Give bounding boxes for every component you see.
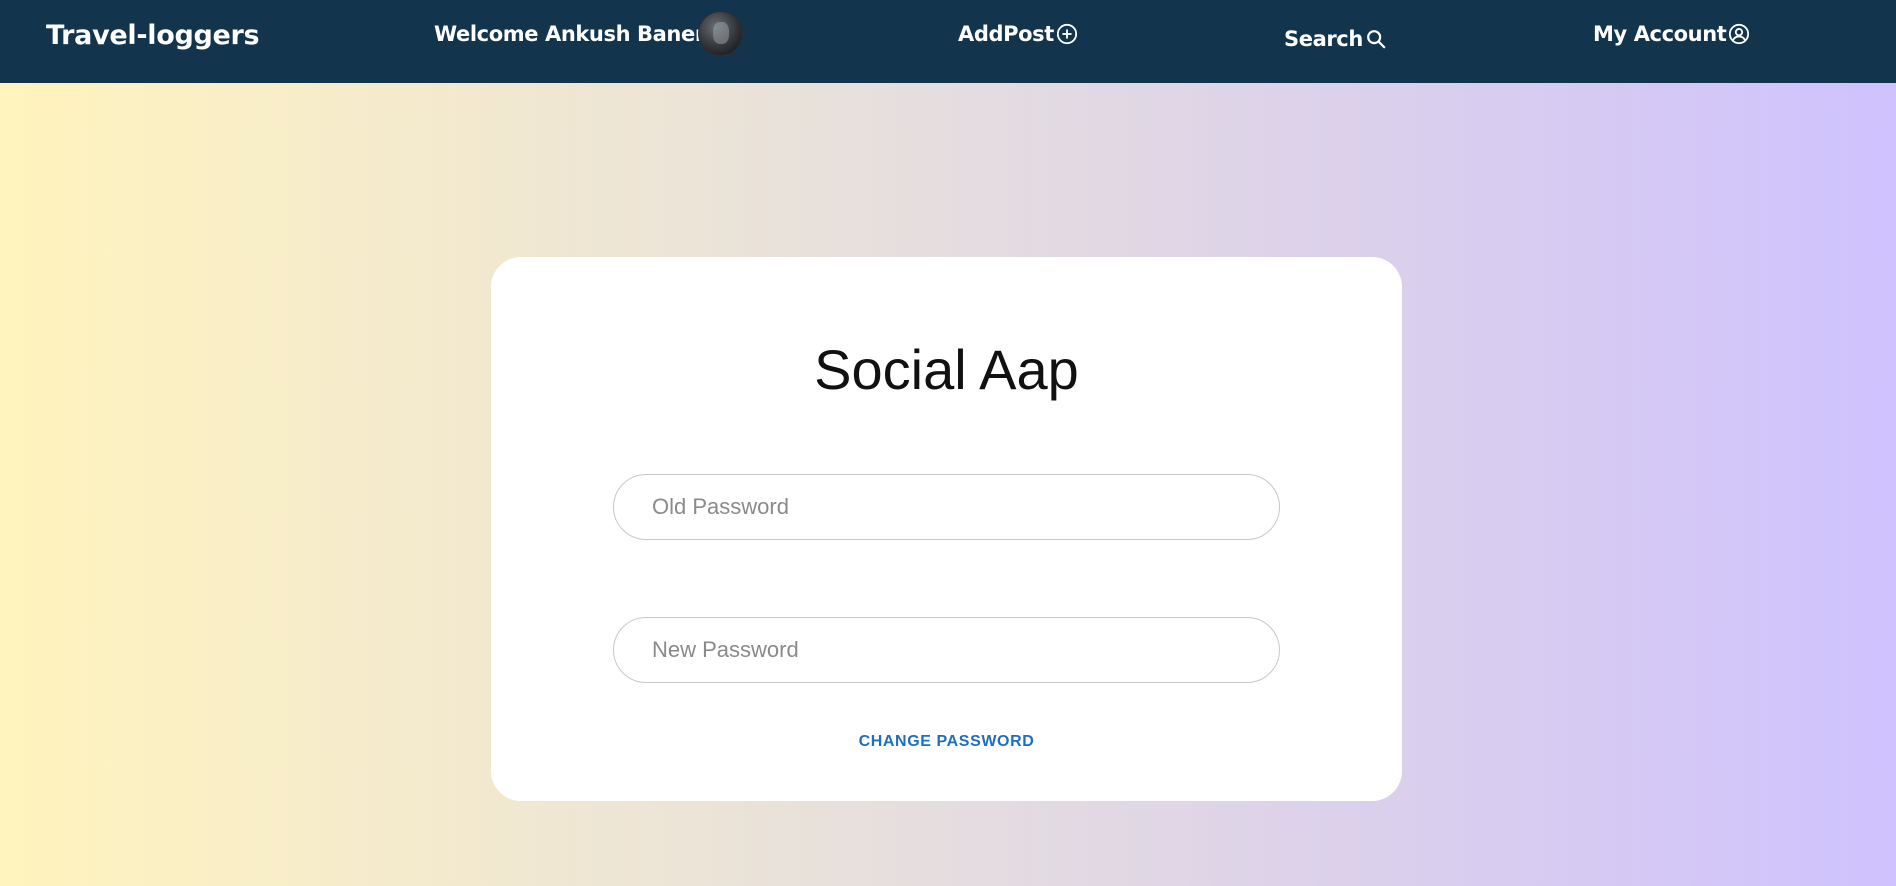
new-password-field[interactable] — [613, 617, 1280, 683]
change-password-button[interactable]: CHANGE PASSWORD — [491, 733, 1402, 751]
old-password-field[interactable] — [613, 474, 1280, 540]
welcome-message: Welcome Ankush Banerjee — [434, 22, 740, 46]
top-navbar: Travel-loggers Welcome Ankush Banerjee A… — [0, 0, 1896, 83]
search-icon — [1365, 28, 1387, 50]
brand-logo[interactable]: Travel-loggers — [46, 20, 260, 51]
avatar[interactable] — [698, 11, 743, 56]
plus-circle-icon — [1056, 23, 1078, 45]
addpost-link[interactable]: AddPost — [958, 22, 1078, 46]
change-password-card: Social Aap CHANGE PASSWORD — [491, 257, 1402, 801]
account-label: My Account — [1593, 22, 1727, 46]
my-account-link[interactable]: My Account — [1593, 22, 1750, 46]
search-link[interactable]: Search — [1284, 27, 1387, 51]
search-label: Search — [1284, 27, 1363, 51]
addpost-label: AddPost — [958, 22, 1054, 46]
card-title: Social Aap — [814, 338, 1079, 401]
welcome-text: Welcome Ankush Banerjee — [434, 22, 740, 46]
user-circle-icon — [1728, 23, 1750, 45]
